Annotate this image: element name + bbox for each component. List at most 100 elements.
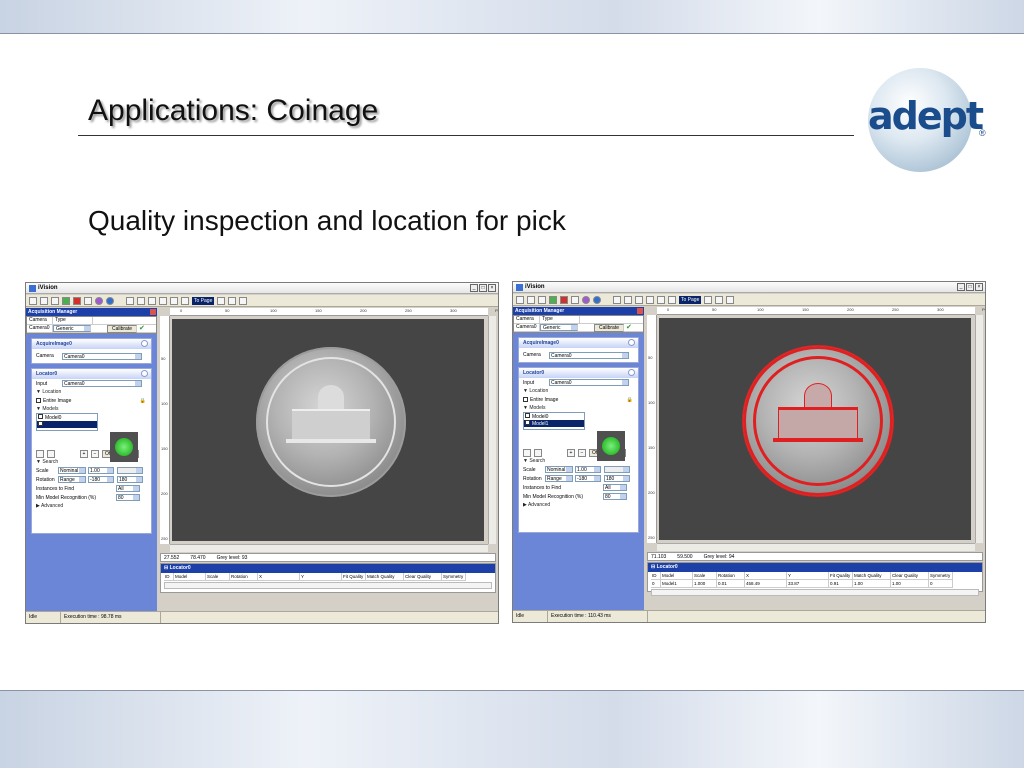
zoom-in-icon[interactable] [159,296,167,305]
scale-value-field[interactable]: 1.00 [575,466,601,473]
model-item[interactable] [37,421,97,428]
model-list[interactable]: Model0 [36,413,98,431]
column-header[interactable]: Clear Quality [891,572,929,580]
entire-image-checkbox[interactable] [523,397,528,402]
add-model-button[interactable]: + [567,448,575,457]
save-icon[interactable] [538,295,546,304]
select-icon[interactable] [613,295,621,304]
results-scrollbar[interactable] [651,589,979,596]
column-header[interactable]: Scale [206,573,230,581]
results-scrollbar[interactable] [164,582,492,589]
rotation-max-field[interactable]: 180 [604,475,630,482]
camera-image[interactable] [659,318,971,540]
model-checkbox[interactable] [38,421,43,426]
models-section[interactable]: ▼ Models [32,405,151,413]
calibrate-button[interactable]: Calibrate [594,324,624,332]
zoom-select[interactable]: To Page [192,296,215,305]
instances-select[interactable]: All [603,484,627,491]
model-list[interactable]: Model0 Model1 [523,412,585,430]
scale-mode-select[interactable]: Nominal [58,467,86,474]
pan-icon[interactable] [228,296,237,305]
zoom-out-icon[interactable] [170,296,178,305]
min-model-field[interactable]: 80 [116,494,140,501]
collapse-icon[interactable] [141,370,148,377]
tools-icon[interactable] [624,295,632,304]
column-header[interactable]: Match Quality [366,573,404,581]
add-model-button[interactable]: + [80,449,88,458]
column-header[interactable]: Symmetry [929,572,953,580]
column-header[interactable]: Symmetry [442,573,466,581]
models-section[interactable]: ▼ Models [519,404,638,412]
column-header[interactable]: Clear Quality [404,573,442,581]
advanced-section[interactable]: ▶ Advanced [32,502,151,510]
pan-icon[interactable] [715,295,724,304]
collapse-icon[interactable] [141,340,148,347]
crosshair-icon[interactable] [148,296,156,305]
vertical-scrollbar[interactable] [488,316,496,544]
settings-icon[interactable] [84,296,92,305]
help-icon[interactable] [593,295,601,304]
model-checkbox[interactable] [38,414,43,419]
location-section[interactable]: ▼ Location [519,387,638,395]
column-header[interactable]: Fit Quality [342,573,366,581]
camera-cell[interactable]: Camera0 [514,324,540,331]
save-icon[interactable] [51,296,59,305]
input-select[interactable]: Camera0 [549,379,629,386]
close-icon[interactable] [150,309,156,315]
camera-select[interactable]: Camera0 [62,352,142,360]
column-header[interactable]: Model [174,573,206,581]
column-header[interactable]: Rotation [717,572,745,580]
model-folder-icon[interactable] [534,448,542,457]
pointer-icon[interactable] [239,296,248,305]
close-button[interactable]: × [488,284,496,292]
scale-value-field[interactable]: 1.00 [88,467,114,474]
camera-image[interactable] [172,319,484,541]
model-item[interactable]: Model0 [37,414,97,421]
folder-icon[interactable] [36,449,44,458]
column-header[interactable]: ID [164,573,174,581]
stop-icon[interactable] [560,295,568,304]
new-icon[interactable] [516,295,524,304]
column-header[interactable]: Model [661,572,693,580]
zoom-out-icon[interactable] [657,295,665,304]
model-checkbox[interactable] [525,413,530,418]
select-icon[interactable] [126,296,134,305]
collapse-icon[interactable] [628,339,635,346]
search-icon[interactable] [704,295,713,304]
maximize-button[interactable]: □ [966,283,974,291]
open-icon[interactable] [527,295,535,304]
model-item[interactable]: Model1 [524,420,584,427]
entire-image-checkbox[interactable] [36,398,41,403]
properties-icon[interactable] [582,295,590,304]
zoom-in-icon[interactable] [646,295,654,304]
camera-cell[interactable]: Camera0 [27,325,53,332]
vertical-scrollbar[interactable] [975,315,983,543]
model-item[interactable]: Model0 [524,413,584,420]
run-icon[interactable] [62,296,70,305]
column-header[interactable]: Y [787,572,829,580]
column-header[interactable]: Scale [693,572,717,580]
search-icon[interactable] [217,296,226,305]
new-icon[interactable] [29,296,37,305]
stop-icon[interactable] [73,296,81,305]
location-section[interactable]: ▼ Location [32,388,151,396]
column-header[interactable]: Match Quality [853,572,891,580]
column-header[interactable]: X [258,573,300,581]
folder-icon[interactable] [523,448,531,457]
calibrate-button[interactable]: Calibrate [107,325,137,333]
close-icon[interactable] [637,308,643,314]
type-select[interactable]: Generic [540,324,578,331]
instances-select[interactable]: All [116,485,140,492]
scale-mode-select[interactable]: Nominal [545,466,573,473]
advanced-section[interactable]: ▶ Advanced [519,501,638,509]
model-folder-icon[interactable] [47,449,55,458]
rotation-mode-select[interactable]: Range [58,476,86,483]
column-header[interactable]: X [745,572,787,580]
zoom-select[interactable]: To Page [679,295,702,304]
close-button[interactable]: × [975,283,983,291]
horizontal-scrollbar[interactable] [170,544,488,552]
column-header[interactable]: ID [651,572,661,580]
column-header[interactable]: Rotation [230,573,258,581]
properties-icon[interactable] [95,296,103,305]
pointer-icon[interactable] [726,295,735,304]
